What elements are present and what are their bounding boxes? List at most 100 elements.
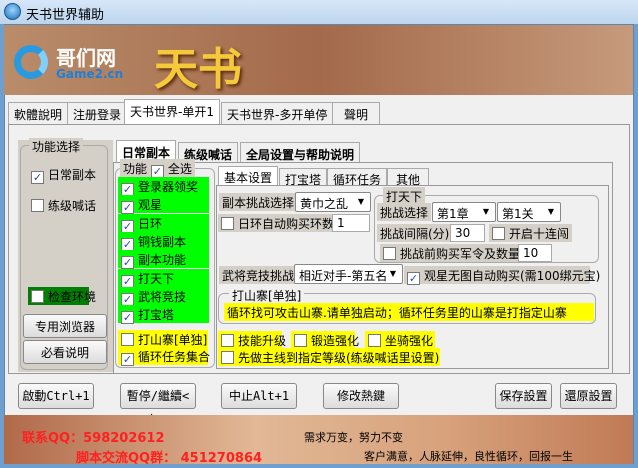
- group-title: 功能选择: [29, 138, 84, 155]
- checkbox-star-buy[interactable]: ✓ 观星无图自动购买(需100绑元宝): [404, 266, 600, 285]
- chapter-select[interactable]: 第1章 ▼: [432, 202, 496, 222]
- checkbox-icon: ✓: [121, 219, 134, 233]
- label: 全选: [167, 162, 192, 176]
- bandit-note: 循环找可攻击山寨.请单独启动；循环任务里的山寨是打指定山寨: [224, 303, 594, 321]
- label: 登录器领奖: [138, 180, 199, 194]
- bandit-title: 打山寨[单独]: [229, 286, 305, 304]
- features-header: 功能 ✓ 全选: [120, 159, 195, 178]
- tab-loop-tasks[interactable]: 循环任务: [327, 168, 388, 187]
- label: 副本功能: [138, 253, 187, 268]
- label: 检查环境: [48, 290, 97, 304]
- checkbox-icon: ✓: [121, 201, 134, 215]
- label: 打山寨[单独]: [138, 333, 208, 347]
- restore-settings-button[interactable]: 還原設置: [560, 383, 617, 409]
- label: 日常副本: [48, 168, 97, 182]
- app-icon: [4, 3, 21, 20]
- label: 观星: [138, 198, 163, 213]
- edit-hotkey-button[interactable]: 修改熱鍵: [323, 383, 399, 409]
- checkbox-loop-tasks[interactable]: ✓ 循环任务集合: [118, 347, 211, 366]
- checkbox-icon: ✓: [121, 292, 134, 306]
- daily-buy-input[interactable]: 1: [332, 214, 370, 232]
- checkbox-leveling[interactable]: 练级喊话: [28, 196, 99, 214]
- start-button[interactable]: 啟動Ctrl+1: [18, 383, 94, 409]
- feature-checkbox[interactable]: ✓ 副本功能: [118, 250, 209, 270]
- qq-group: 脚本交流QQ群： 451270864: [76, 451, 263, 466]
- label: 练级喊话: [48, 199, 97, 213]
- chevron-down-icon: ▼: [357, 197, 365, 206]
- checkbox-icon: [31, 290, 44, 303]
- checkbox-icon: [121, 333, 134, 346]
- feature-checkbox[interactable]: ✓ 登录器领奖: [118, 177, 209, 196]
- slogan-2: 客户满意，人脉延伸，良性循环，回报一生: [364, 450, 573, 463]
- checkbox-icon: ✓: [407, 272, 420, 285]
- checkbox-icon: ✓: [121, 183, 134, 196]
- checkbox-forge[interactable]: 锻造强化: [291, 331, 359, 349]
- value: 第1章: [437, 207, 469, 221]
- tab-single[interactable]: 天书世界-单开1: [124, 99, 220, 124]
- checkbox-ten-streak[interactable]: 开启十连闯: [489, 224, 573, 242]
- interval-input[interactable]: 30: [450, 224, 485, 242]
- value: 黄巾之乱: [300, 197, 349, 211]
- checkbox-skill-upgrade[interactable]: 技能升级: [218, 331, 286, 349]
- tab-other[interactable]: 其他: [387, 168, 430, 187]
- value: 第1关: [502, 207, 534, 221]
- features-title: 功能: [123, 162, 148, 176]
- tab-statement[interactable]: 聲明: [332, 102, 380, 124]
- save-settings-button[interactable]: 保存設置: [495, 383, 552, 409]
- arena-label: 武将竞技挑战: [219, 266, 298, 284]
- stage-select[interactable]: 第1关 ▼: [497, 202, 561, 222]
- tab-treasure-tower[interactable]: 打宝塔: [279, 168, 328, 187]
- must-read-button[interactable]: 必看说明: [23, 340, 107, 364]
- label: 打宝塔: [138, 308, 175, 323]
- title-bar[interactable]: 天书世界辅助: [0, 0, 638, 24]
- feature-checkbox[interactable]: ✓ 日环: [118, 213, 209, 233]
- arena-select[interactable]: 相近对手-第五名 ▼: [294, 264, 403, 284]
- chevron-down-icon: ▼: [482, 207, 490, 216]
- interval-label: 挑战间隔(分): [377, 224, 453, 242]
- footer-banner: 联系QQ：598202612 脚本交流QQ群： 451270864 需求万变，努…: [4, 415, 633, 466]
- checkbox-buy-orders[interactable]: 挑战前购买军令及数量: [380, 244, 524, 262]
- label: 坐骑强化: [385, 334, 434, 348]
- checkbox-check-env[interactable]: 检查环境: [28, 287, 96, 305]
- feature-checkbox[interactable]: ✓ 观星: [118, 195, 209, 215]
- browser-button[interactable]: 专用浏览器: [23, 314, 107, 338]
- value: 相近对手-第五名: [299, 269, 388, 283]
- label: 技能升级: [238, 334, 287, 348]
- tab-multi[interactable]: 天书世界-多开单停: [221, 102, 334, 124]
- pause-button[interactable]: 暫停/繼續<無>: [120, 383, 196, 427]
- feature-checkbox[interactable]: ✓ 武将竞技: [118, 286, 209, 306]
- select-all-checkbox[interactable]: ✓ 全选: [150, 162, 192, 178]
- window-title: 天书世界辅助: [26, 8, 105, 23]
- label: 循环任务集合: [138, 350, 211, 364]
- challenge-label: 挑战选择: [377, 203, 432, 221]
- label: 观星无图自动购买(需100绑元宝): [424, 269, 601, 283]
- label: 锻造强化: [311, 334, 360, 348]
- feature-checkbox[interactable]: ✓ 铜钱副本: [118, 231, 209, 251]
- checkbox-icon: [31, 199, 44, 212]
- label: 铜钱副本: [138, 234, 187, 249]
- dungeon-select[interactable]: 黄巾之乱 ▼: [295, 192, 371, 212]
- checkbox-mainline[interactable]: 先做主线到指定等级(练级喊话里设置): [218, 348, 440, 366]
- tab-register[interactable]: 注册登录: [67, 102, 128, 124]
- game2-logo-icon: [14, 45, 48, 79]
- feature-checkbox[interactable]: ✓ 打天下: [118, 268, 209, 288]
- checkbox-daily-dungeon[interactable]: ✓ 日常副本: [28, 165, 99, 184]
- tab-basic-settings[interactable]: 基本设置: [218, 166, 279, 186]
- checkbox-mount[interactable]: 坐骑强化: [365, 331, 435, 349]
- logo-url: Game2.cn: [56, 67, 124, 81]
- dungeon-label: 副本挑战选择: [219, 193, 298, 211]
- tab-software-info[interactable]: 軟體說明: [8, 102, 69, 124]
- checkbox-icon: [368, 334, 381, 347]
- checkbox-icon: ✓: [121, 353, 134, 366]
- label: 先做主线到指定等级(练级喊话里设置): [238, 351, 440, 365]
- stop-button[interactable]: 中止Alt+1: [221, 383, 297, 409]
- checkbox-icon: [221, 217, 234, 230]
- checkbox-icon: ✓: [121, 237, 134, 251]
- tab-global-settings[interactable]: 全局设置与帮助说明: [240, 142, 361, 164]
- feature-checkbox[interactable]: ✓ 打宝塔: [118, 305, 209, 325]
- slogan-1: 需求万变，努力不变: [304, 431, 403, 444]
- label: 打天下: [138, 271, 175, 286]
- checkbox-bandit[interactable]: 打山寨[单独]: [118, 330, 208, 348]
- buy-orders-input[interactable]: 10: [518, 244, 552, 262]
- checkbox-daily-buy[interactable]: 日环自动购买环数: [218, 214, 338, 232]
